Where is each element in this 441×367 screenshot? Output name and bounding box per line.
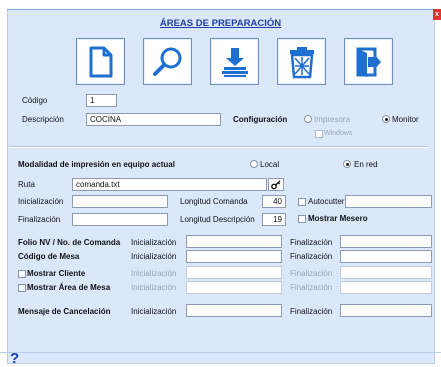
- cancelacion-label: Mensaje de Cancelación: [18, 307, 111, 316]
- stack-icon: [221, 47, 248, 77]
- en-red-radio[interactable]: [343, 160, 351, 168]
- codigo-field[interactable]: 1: [86, 94, 117, 107]
- monitor-label: Monitor: [392, 115, 419, 124]
- codigo-mesa-init-label: Inicialización: [131, 252, 177, 261]
- help-button[interactable]: ?: [10, 350, 19, 367]
- longitud-comanda-label: Longitud Comanda: [180, 197, 248, 206]
- stack-button[interactable]: [210, 38, 259, 85]
- mostrar-area-init-label: Inicialización: [131, 283, 177, 292]
- inicializacion-label: Inicialización: [18, 197, 64, 206]
- mostrar-cliente-label: Mostrar Cliente: [27, 269, 86, 278]
- mostrar-area-fin-field[interactable]: [340, 281, 432, 294]
- footer-divider: [0, 352, 441, 353]
- finalizacion-label: Finalización: [18, 215, 61, 224]
- configuracion-label: Configuración: [233, 115, 288, 124]
- folio-init-field[interactable]: [186, 235, 282, 248]
- windows-checkbox[interactable]: [315, 130, 323, 138]
- monitor-radio[interactable]: [382, 115, 390, 123]
- inicializacion-field[interactable]: [72, 195, 168, 208]
- trash-icon: [289, 46, 314, 78]
- autocutter-label: Autocutter: [308, 197, 345, 206]
- cancelacion-fin-field[interactable]: [340, 304, 432, 317]
- codigo-mesa-label: Código de Mesa: [18, 252, 80, 261]
- mostrar-area-init-field[interactable]: [186, 281, 282, 294]
- cancelacion-init-label: Inicialización: [131, 307, 177, 316]
- longitud-descripcion-label: Longitud Descripción: [180, 215, 255, 224]
- longitud-comanda-field[interactable]: 40: [262, 195, 286, 208]
- folio-init-label: Inicialización: [131, 238, 177, 247]
- codigo-mesa-fin-field[interactable]: [340, 250, 432, 263]
- codigo-mesa-fin-label: Finalización: [290, 252, 333, 261]
- autocutter-checkbox[interactable]: [298, 198, 306, 206]
- cancelacion-init-field[interactable]: [186, 304, 282, 317]
- longitud-descripcion-field[interactable]: 19: [262, 213, 286, 226]
- page-title: ÁREAS DE PREPARACIÓN: [159, 18, 282, 29]
- mostrar-cliente-checkbox[interactable]: [18, 270, 26, 278]
- folio-fin-field[interactable]: [340, 235, 432, 248]
- en-red-label: En red: [354, 160, 378, 169]
- exit-button[interactable]: [344, 38, 393, 85]
- delete-button[interactable]: [277, 38, 326, 85]
- windows-label: Windows: [324, 130, 353, 137]
- autocutter-field[interactable]: [345, 195, 432, 208]
- mostrar-mesero-checkbox[interactable]: [298, 215, 306, 223]
- mostrar-cliente-init-label: Inicialización: [131, 269, 177, 278]
- codigo-label: Código: [22, 96, 48, 105]
- mostrar-cliente-fin-field[interactable]: [340, 266, 432, 279]
- codigo-mesa-init-field[interactable]: [186, 250, 282, 263]
- folio-label: Folio NV / No. de Comanda: [18, 238, 121, 247]
- ruta-label: Ruta: [18, 180, 35, 189]
- search-button[interactable]: [143, 38, 192, 85]
- local-label: Local: [260, 160, 280, 169]
- descripcion-field[interactable]: COCINA: [86, 113, 221, 126]
- ruta-field[interactable]: comanda.txt: [72, 178, 267, 191]
- magnifier-icon: [152, 47, 181, 76]
- mostrar-cliente-init-field[interactable]: [186, 266, 282, 279]
- modalidad-label: Modalidad de impresión en equipo actual: [18, 160, 175, 169]
- mostrar-area-fin-label: Finalización: [290, 283, 333, 292]
- mostrar-cliente-fin-label: Finalización: [290, 269, 333, 278]
- impresora-radio[interactable]: [304, 115, 312, 123]
- local-radio[interactable]: [250, 160, 258, 168]
- browse-button[interactable]: [268, 178, 284, 191]
- folio-fin-label: Finalización: [290, 238, 333, 247]
- window-top-border: [7, 9, 433, 10]
- divider: [9, 146, 427, 148]
- descripcion-label: Descripción: [22, 115, 64, 124]
- mostrar-area-checkbox[interactable]: [18, 284, 26, 292]
- exit-icon: [356, 47, 381, 77]
- impresora-label: Impresora: [314, 115, 351, 124]
- cancelacion-fin-label: Finalización: [290, 307, 333, 316]
- new-document-button[interactable]: [76, 38, 125, 85]
- mostrar-area-label: Mostrar Área de Mesa: [27, 283, 111, 292]
- key-icon: [271, 179, 281, 189]
- document-icon: [89, 46, 112, 77]
- finalizacion-field[interactable]: [72, 213, 168, 226]
- mostrar-mesero-label: Mostrar Mesero: [308, 214, 368, 223]
